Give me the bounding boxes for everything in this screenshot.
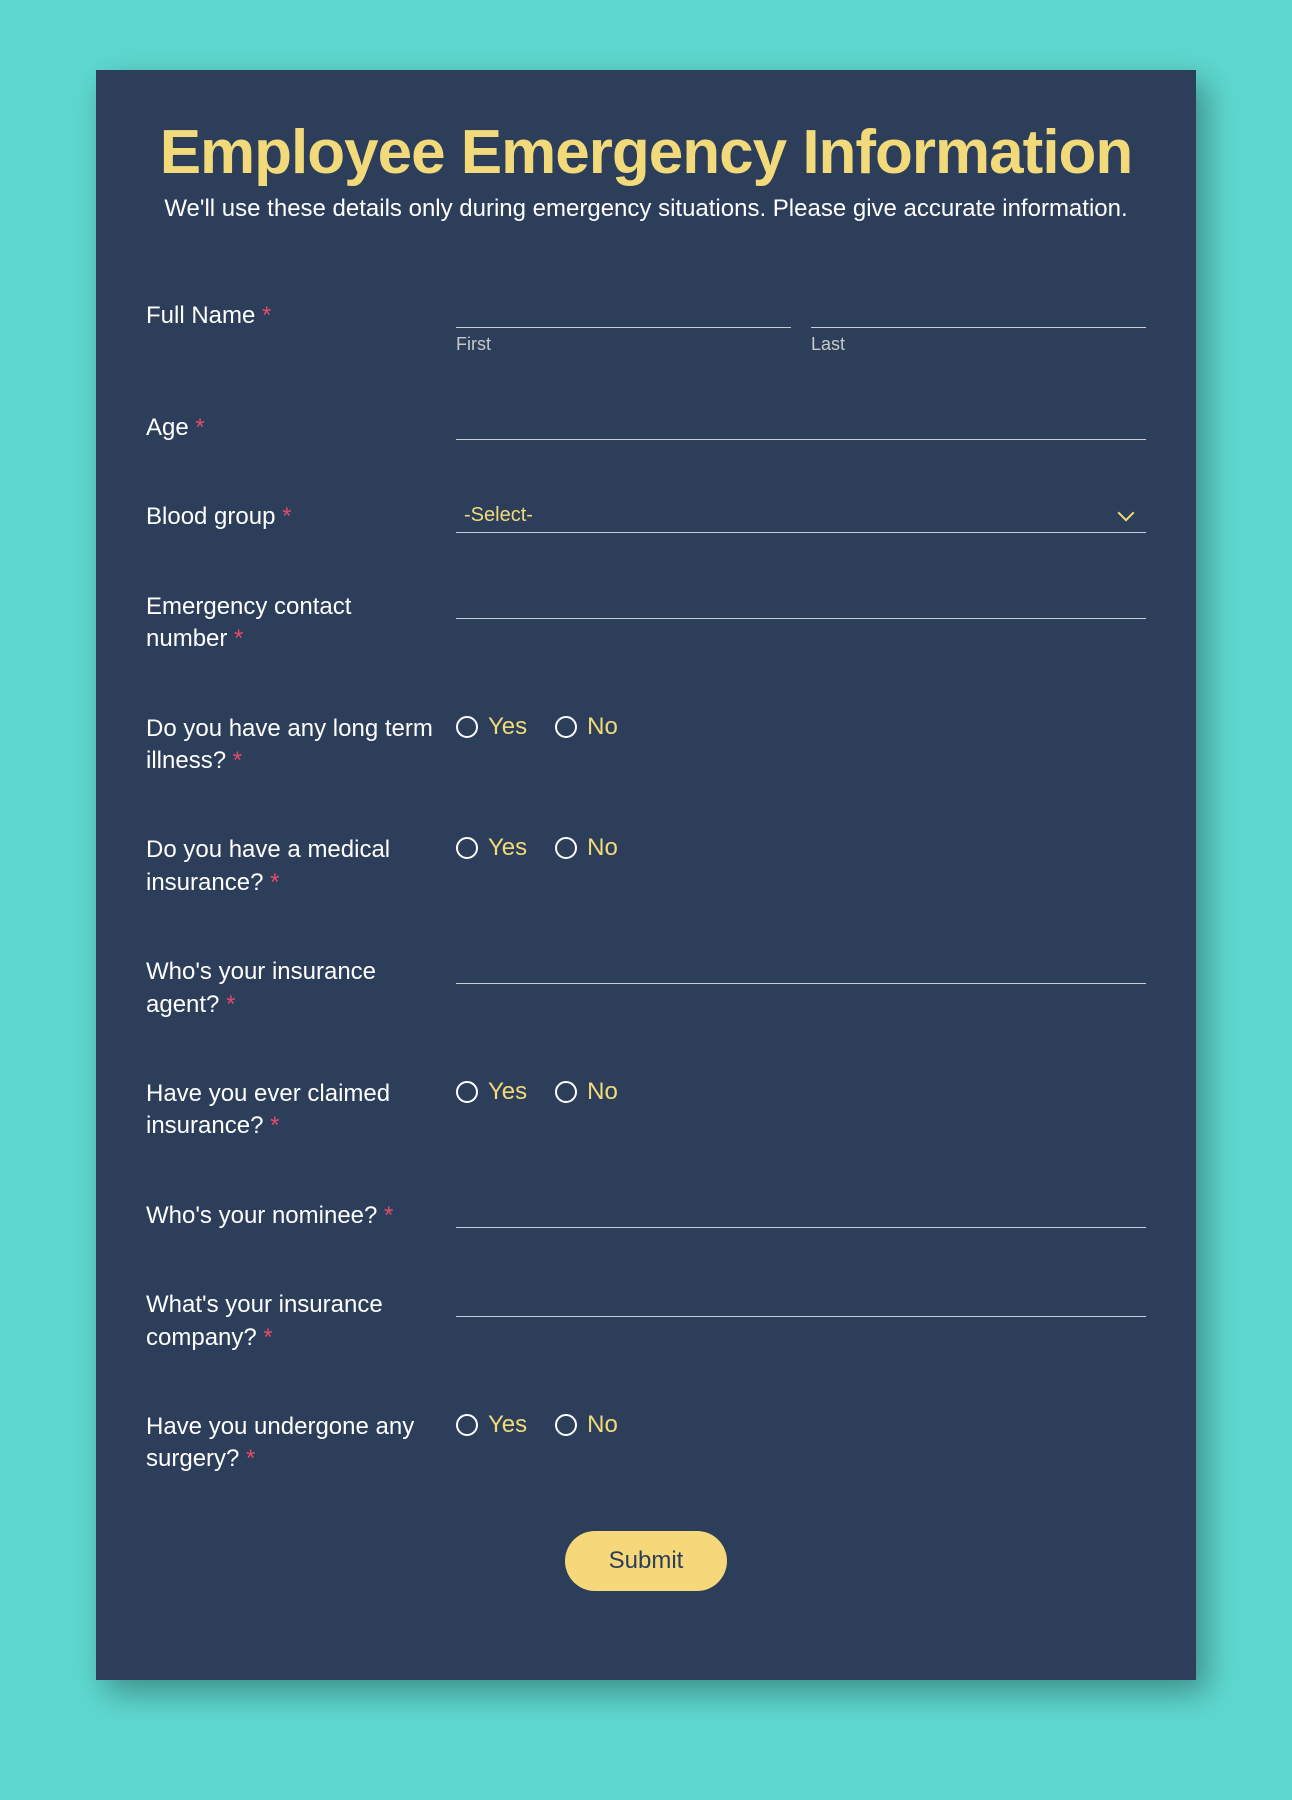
emergency-contact-input[interactable] (456, 589, 1146, 619)
label-surgery: Have you undergone any surgery? * (146, 1409, 456, 1476)
long-term-illness-radios: Yes No (456, 711, 1146, 741)
chevron-down-icon (1118, 505, 1135, 522)
label-text: Do you have any long term illness? (146, 715, 433, 774)
radio-icon (555, 837, 577, 859)
radio-label: Yes (488, 1411, 527, 1439)
radio-icon (555, 1414, 577, 1436)
required-mark: * (263, 1324, 272, 1351)
required-mark: * (262, 302, 271, 329)
form-subtitle: We'll use these details only during emer… (126, 195, 1166, 223)
radio-label: Yes (488, 834, 527, 862)
radio-icon (456, 1414, 478, 1436)
label-text: Have you ever claimed insurance? (146, 1080, 390, 1139)
required-mark: * (233, 747, 242, 774)
label-text: Blood group (146, 503, 275, 530)
form-body: Full Name * First Last Age * (126, 298, 1166, 1591)
row-nominee: Who's your nominee? * (146, 1198, 1146, 1232)
row-surgery: Have you undergone any surgery? * Yes No (146, 1409, 1146, 1476)
label-insurance-agent: Who's your insurance agent? * (146, 954, 456, 1021)
last-name-input[interactable] (811, 298, 1146, 328)
row-insurance-agent: Who's your insurance agent? * (146, 954, 1146, 1021)
row-blood-group: Blood group * -Select- (146, 499, 1146, 533)
label-claimed-insurance: Have you ever claimed insurance? * (146, 1076, 456, 1143)
surgery-radios: Yes No (456, 1409, 1146, 1439)
label-emergency-contact: Emergency contact number * (146, 589, 456, 656)
row-claimed-insurance: Have you ever claimed insurance? * Yes N… (146, 1076, 1146, 1143)
claimed-insurance-yes[interactable]: Yes (456, 1078, 527, 1106)
form-footer: Submit (146, 1531, 1146, 1591)
medical-insurance-no[interactable]: No (555, 834, 618, 862)
medical-insurance-radios: Yes No (456, 832, 1146, 862)
radio-icon (456, 716, 478, 738)
last-name-sublabel: Last (811, 334, 1146, 355)
insurance-agent-input[interactable] (456, 954, 1146, 984)
field-full-name: First Last (456, 298, 1146, 355)
label-age: Age * (146, 410, 456, 444)
insurance-company-input[interactable] (456, 1287, 1146, 1317)
required-mark: * (282, 503, 291, 530)
age-input[interactable] (456, 410, 1146, 440)
required-mark: * (270, 1112, 279, 1139)
medical-insurance-yes[interactable]: Yes (456, 834, 527, 862)
long-term-illness-yes[interactable]: Yes (456, 713, 527, 741)
radio-label: No (587, 834, 618, 862)
radio-icon (456, 1081, 478, 1103)
label-text: Who's your nominee? (146, 1202, 377, 1229)
radio-label: No (587, 713, 618, 741)
label-full-name: Full Name * (146, 298, 456, 332)
submit-button[interactable]: Submit (565, 1531, 728, 1591)
required-mark: * (270, 869, 279, 896)
radio-label: No (587, 1078, 618, 1106)
label-nominee: Who's your nominee? * (146, 1198, 456, 1232)
label-text: Who's your insurance agent? (146, 958, 376, 1017)
required-mark: * (226, 991, 235, 1018)
radio-icon (456, 837, 478, 859)
required-mark: * (234, 625, 243, 652)
radio-icon (555, 1081, 577, 1103)
form-title: Employee Emergency Information (126, 120, 1166, 185)
row-medical-insurance: Do you have a medical insurance? * Yes N… (146, 832, 1146, 899)
row-long-term-illness: Do you have any long term illness? * Yes… (146, 711, 1146, 778)
label-long-term-illness: Do you have any long term illness? * (146, 711, 456, 778)
long-term-illness-no[interactable]: No (555, 713, 618, 741)
form-header: Employee Emergency Information We'll use… (126, 120, 1166, 223)
label-medical-insurance: Do you have a medical insurance? * (146, 832, 456, 899)
blood-group-select[interactable]: -Select- (456, 499, 1146, 533)
surgery-yes[interactable]: Yes (456, 1411, 527, 1439)
label-text: Have you undergone any surgery? (146, 1413, 414, 1472)
claimed-insurance-radios: Yes No (456, 1076, 1146, 1106)
claimed-insurance-no[interactable]: No (555, 1078, 618, 1106)
label-text: Emergency contact number (146, 593, 351, 652)
required-mark: * (384, 1202, 393, 1229)
row-full-name: Full Name * First Last (146, 298, 1146, 355)
surgery-no[interactable]: No (555, 1411, 618, 1439)
radio-label: Yes (488, 1078, 527, 1106)
radio-icon (555, 716, 577, 738)
first-name-input[interactable] (456, 298, 791, 328)
label-insurance-company: What's your insurance company? * (146, 1287, 456, 1354)
row-age: Age * (146, 410, 1146, 444)
label-text: Age (146, 414, 189, 441)
nominee-input[interactable] (456, 1198, 1146, 1228)
radio-label: No (587, 1411, 618, 1439)
label-text: Do you have a medical insurance? (146, 836, 390, 895)
row-insurance-company: What's your insurance company? * (146, 1287, 1146, 1354)
label-text: Full Name (146, 302, 255, 329)
required-mark: * (195, 414, 204, 441)
first-name-sublabel: First (456, 334, 791, 355)
form-card: Employee Emergency Information We'll use… (96, 70, 1196, 1680)
radio-label: Yes (488, 713, 527, 741)
required-mark: * (246, 1445, 255, 1472)
row-emergency-contact: Emergency contact number * (146, 589, 1146, 656)
label-blood-group: Blood group * (146, 499, 456, 533)
blood-group-placeholder: -Select- (456, 504, 533, 527)
